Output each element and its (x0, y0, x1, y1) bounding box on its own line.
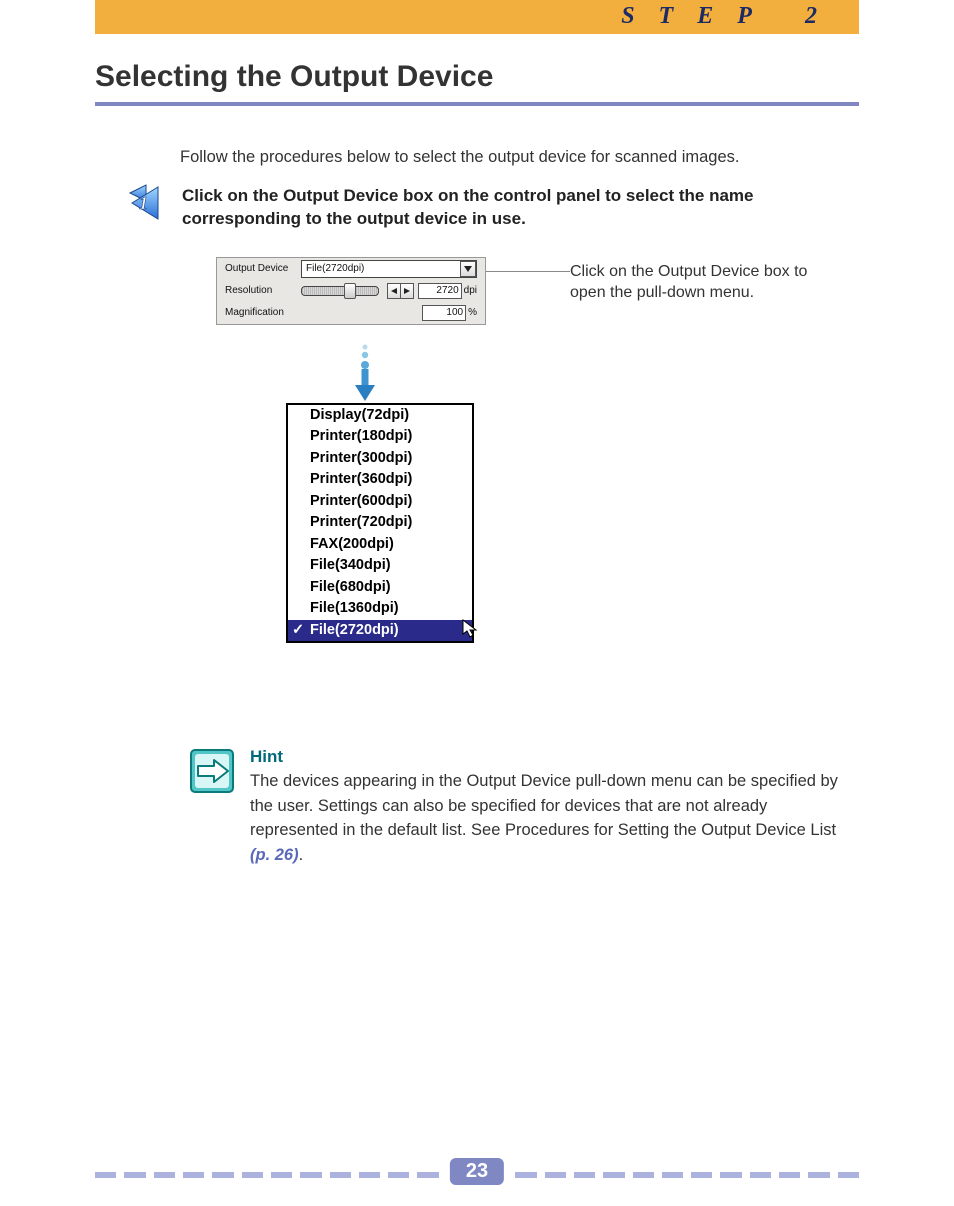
instruction-text: Click on the Output Device box on the co… (182, 185, 822, 231)
footer-dashes-right (515, 1172, 859, 1178)
dropdown-arrow-icon[interactable] (460, 261, 476, 277)
header-bar: STEP 2 (95, 0, 859, 34)
menu-item[interactable]: Display(72dpi) (288, 405, 472, 427)
hint-body-text: The devices appearing in the Output Devi… (250, 772, 838, 840)
label-output-device: Output Device (225, 263, 301, 274)
resolution-stepper[interactable] (387, 283, 414, 299)
panel-row-resolution: Resolution 2720 dpi (217, 280, 485, 302)
label-magnification: Magnification (225, 307, 301, 318)
stepper-left-icon[interactable] (388, 284, 400, 298)
svg-text:1: 1 (139, 193, 148, 213)
menu-item[interactable]: File(1360dpi) (288, 598, 472, 620)
instruction-row: 1 Click on the Output Device box on the … (130, 185, 859, 231)
hint-arrow-icon (190, 749, 234, 793)
page-number: 23 (450, 1158, 504, 1185)
callout-line (486, 271, 570, 272)
hint-box: Hint The devices appearing in the Output… (190, 747, 859, 868)
intro-text: Follow the procedures below to select th… (180, 148, 859, 167)
output-device-value: File(2720dpi) (302, 262, 460, 276)
hint-title: Hint (250, 747, 859, 767)
menu-item[interactable]: Printer(720dpi) (288, 512, 472, 534)
footer: 23 (95, 1158, 859, 1194)
output-device-menu[interactable]: Display(72dpi)Printer(180dpi)Printer(300… (286, 403, 474, 644)
label-resolution: Resolution (225, 285, 301, 296)
slider-thumb-icon[interactable] (344, 283, 356, 299)
step-1-badge-icon: 1 (128, 183, 168, 225)
resolution-unit: dpi (464, 285, 477, 296)
hint-text: The devices appearing in the Output Devi… (250, 769, 859, 868)
callout-text: Click on the Output Device box to open t… (570, 261, 830, 304)
footer-dashes-left (95, 1172, 439, 1178)
panel-row-output-device: Output Device File(2720dpi) (217, 258, 485, 280)
step-label: STEP 2 (621, 3, 841, 30)
control-panel: Output Device File(2720dpi) Resolution (216, 257, 486, 325)
title-rule (95, 102, 859, 106)
panel-row-magnification: Magnification 100 % (217, 302, 485, 324)
menu-item[interactable]: File(680dpi) (288, 577, 472, 599)
resolution-slider[interactable] (301, 284, 379, 298)
magnification-field[interactable]: 100 (422, 305, 466, 321)
menu-item[interactable]: FAX(200dpi) (288, 534, 472, 556)
menu-item[interactable]: Printer(360dpi) (288, 469, 472, 491)
hint-suffix: . (299, 846, 304, 864)
output-device-combo[interactable]: File(2720dpi) (301, 260, 477, 278)
stepper-right-icon[interactable] (400, 284, 413, 298)
cursor-icon (462, 619, 480, 639)
menu-item[interactable]: Printer(600dpi) (288, 491, 472, 513)
page-title: Selecting the Output Device (95, 60, 859, 94)
hint-page-ref[interactable]: (p. 26) (250, 846, 299, 864)
magnification-unit: % (468, 307, 477, 318)
arrow-down-icon (350, 343, 380, 403)
menu-item[interactable]: File(2720dpi) (288, 620, 472, 642)
menu-item[interactable]: File(340dpi) (288, 555, 472, 577)
resolution-field[interactable]: 2720 (418, 283, 462, 299)
menu-item[interactable]: Printer(180dpi) (288, 426, 472, 448)
figure-area: Output Device File(2720dpi) Resolution (210, 257, 954, 677)
menu-item[interactable]: Printer(300dpi) (288, 448, 472, 470)
